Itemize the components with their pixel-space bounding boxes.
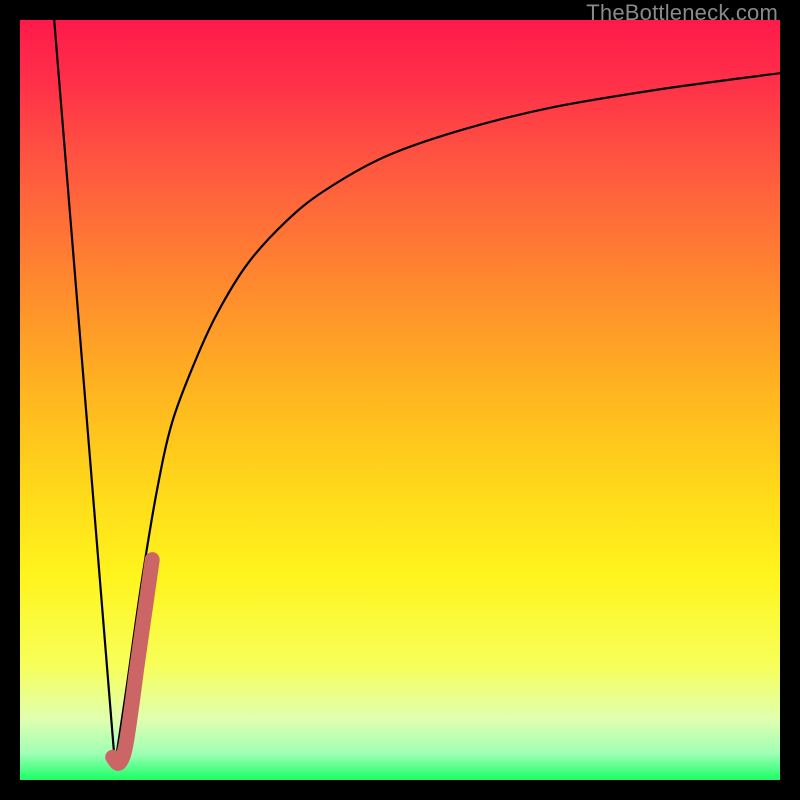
watermark-text: TheBottleneck.com — [586, 0, 778, 26]
chart-frame: TheBottleneck.com — [0, 0, 800, 800]
bottleneck-chart — [20, 20, 780, 780]
